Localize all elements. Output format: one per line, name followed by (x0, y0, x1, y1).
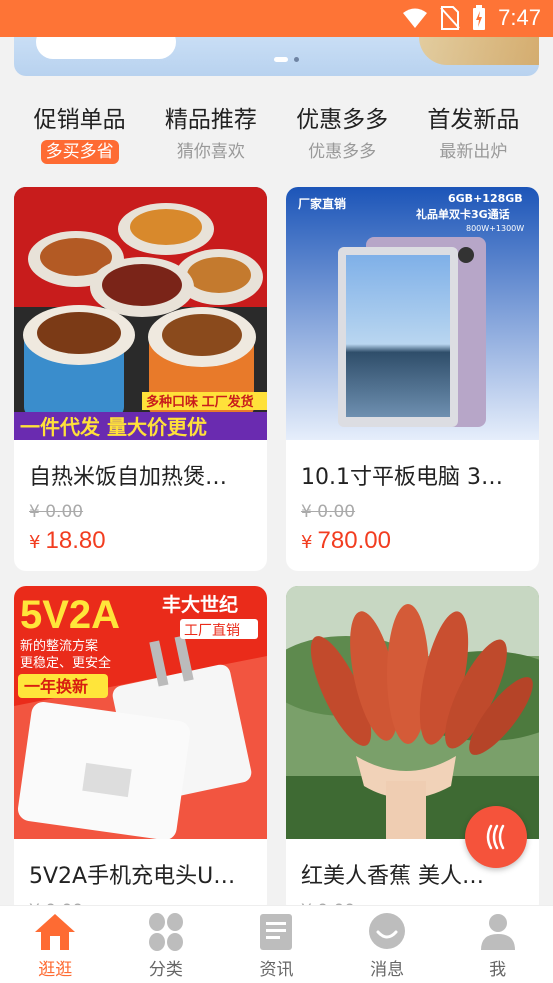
rice-banner-text: 一件代发 量大价更优 (20, 415, 207, 439)
charger-brand-text: 丰大世纪 (162, 593, 238, 616)
charger-big-text: 5V2A (20, 593, 120, 637)
tab-label: 资讯 (259, 960, 294, 980)
original-price: ¥ 0.00 (29, 502, 84, 522)
battery-charging-icon (473, 5, 486, 30)
charger-desc1-text: 新的整流方案 (20, 638, 98, 654)
tab-home[interactable]: 逛逛 (0, 906, 111, 983)
product-image: 5V2A 丰大世纪 工厂直销 新的整流方案 更稳定、更安全 一年换新 (14, 586, 267, 839)
category-subtitle: 多买多省 (40, 140, 119, 164)
tab-news[interactable]: 资讯 (221, 906, 332, 983)
product-image: 多种口味 工厂发货 一件代发 量大价更优 (14, 187, 267, 440)
promo-banner[interactable] (14, 37, 539, 76)
product-image (286, 586, 539, 839)
carousel-indicator (274, 57, 299, 62)
category-title: 精品推荐 (164, 107, 257, 133)
category-title: 首发新品 (427, 107, 520, 133)
home-icon (35, 914, 76, 950)
red-banana-image (286, 586, 539, 839)
original-price: ¥ 0.00 (301, 502, 356, 522)
rice-bowls-image: 多种口味 工厂发货 一件代发 量大价更优 (14, 187, 267, 440)
category-subtitle: 猜你喜欢 (176, 142, 245, 162)
tab-category[interactable]: 分类 (111, 906, 222, 983)
tab-message[interactable]: 消息 (332, 906, 443, 983)
product-name: 10.1寸平板电脑 3… (301, 465, 503, 490)
rice-tag-text: 多种口味 工厂发货 (146, 394, 254, 409)
charger-desc2-text: 更稳定、更安全 (20, 655, 111, 671)
tablet-tag-text: 厂家直销 (298, 196, 346, 211)
category-tabs: 促销单品 多买多省 精品推荐 猜你喜欢 优惠多多 优惠多多 首发新品 最新出炉 (14, 103, 539, 169)
product-name: 自热米饭自加热煲… (29, 465, 228, 490)
product-name: 5V2A手机充电头U… (29, 864, 236, 889)
profile-icon (480, 914, 515, 950)
category-subtitle: 最新出炉 (439, 142, 508, 162)
currency-symbol: ¥ (301, 532, 313, 553)
category-title: 促销单品 (33, 107, 126, 133)
category-promo[interactable]: 促销单品 多买多省 (14, 103, 145, 169)
status-bar: 7:47 (0, 0, 553, 37)
category-subtitle: 优惠多多 (308, 142, 377, 162)
price-amount: 18.80 (45, 527, 106, 554)
floating-menu-button[interactable] (465, 806, 527, 868)
product-card[interactable]: 厂家直销 6GB+128GB 礼品单双卡3G通话 800W+1300W 10.1… (286, 187, 539, 571)
charger-image: 5V2A 丰大世纪 工厂直销 新的整流方案 更稳定、更安全 一年换新 (14, 586, 267, 839)
wave-lines-icon (486, 824, 505, 850)
carousel-dot (294, 57, 299, 62)
product-price: ¥ 780.00 (301, 527, 391, 555)
price-amount: 780.00 (317, 527, 391, 554)
wifi-icon (403, 8, 428, 28)
charger-warranty-text: 一年换新 (24, 677, 88, 696)
tablet-spec2-text: 礼品单双卡3G通话 (416, 207, 510, 221)
tablet-spec-text: 6GB+128GB (448, 192, 523, 205)
product-image: 厂家直销 6GB+128GB 礼品单双卡3G通话 800W+1300W (286, 187, 539, 440)
product-card[interactable]: 5V2A 丰大世纪 工厂直销 新的整流方案 更稳定、更安全 一年换新 5V2A手… (14, 586, 267, 916)
tablet-image: 厂家直销 6GB+128GB 礼品单双卡3G通话 800W+1300W (286, 187, 539, 440)
tablet-battery-text: 800W+1300W (466, 224, 524, 233)
product-card[interactable]: 多种口味 工厂发货 一件代发 量大价更优 自热米饭自加热煲… ¥ 0.00 ¥ … (14, 187, 267, 571)
category-new[interactable]: 首发新品 最新出炉 (408, 103, 539, 169)
product-price: ¥ 18.80 (29, 527, 106, 555)
message-icon (369, 913, 406, 949)
charger-direct-text: 工厂直销 (184, 622, 240, 639)
category-recommended[interactable]: 精品推荐 猜你喜欢 (145, 103, 276, 169)
tab-profile[interactable]: 我 (442, 906, 553, 983)
banner-button[interactable] (36, 37, 176, 59)
tab-label: 消息 (370, 960, 405, 980)
tab-label: 我 (489, 960, 507, 980)
category-discounts[interactable]: 优惠多多 优惠多多 (277, 103, 408, 169)
tab-label: 分类 (148, 960, 183, 980)
status-time: 7:47 (498, 5, 541, 30)
banner-decoration (419, 37, 539, 65)
category-title: 优惠多多 (296, 107, 389, 133)
carousel-dot-active (274, 57, 288, 62)
bottom-tab-bar: 逛逛 分类 资讯 消息 我 (0, 905, 553, 983)
no-sim-icon (440, 6, 460, 30)
currency-symbol: ¥ (29, 532, 41, 553)
category-icon (148, 913, 183, 951)
tab-label: 逛逛 (38, 960, 73, 980)
status-icons: 7:47 (402, 4, 541, 32)
news-icon (260, 914, 293, 950)
